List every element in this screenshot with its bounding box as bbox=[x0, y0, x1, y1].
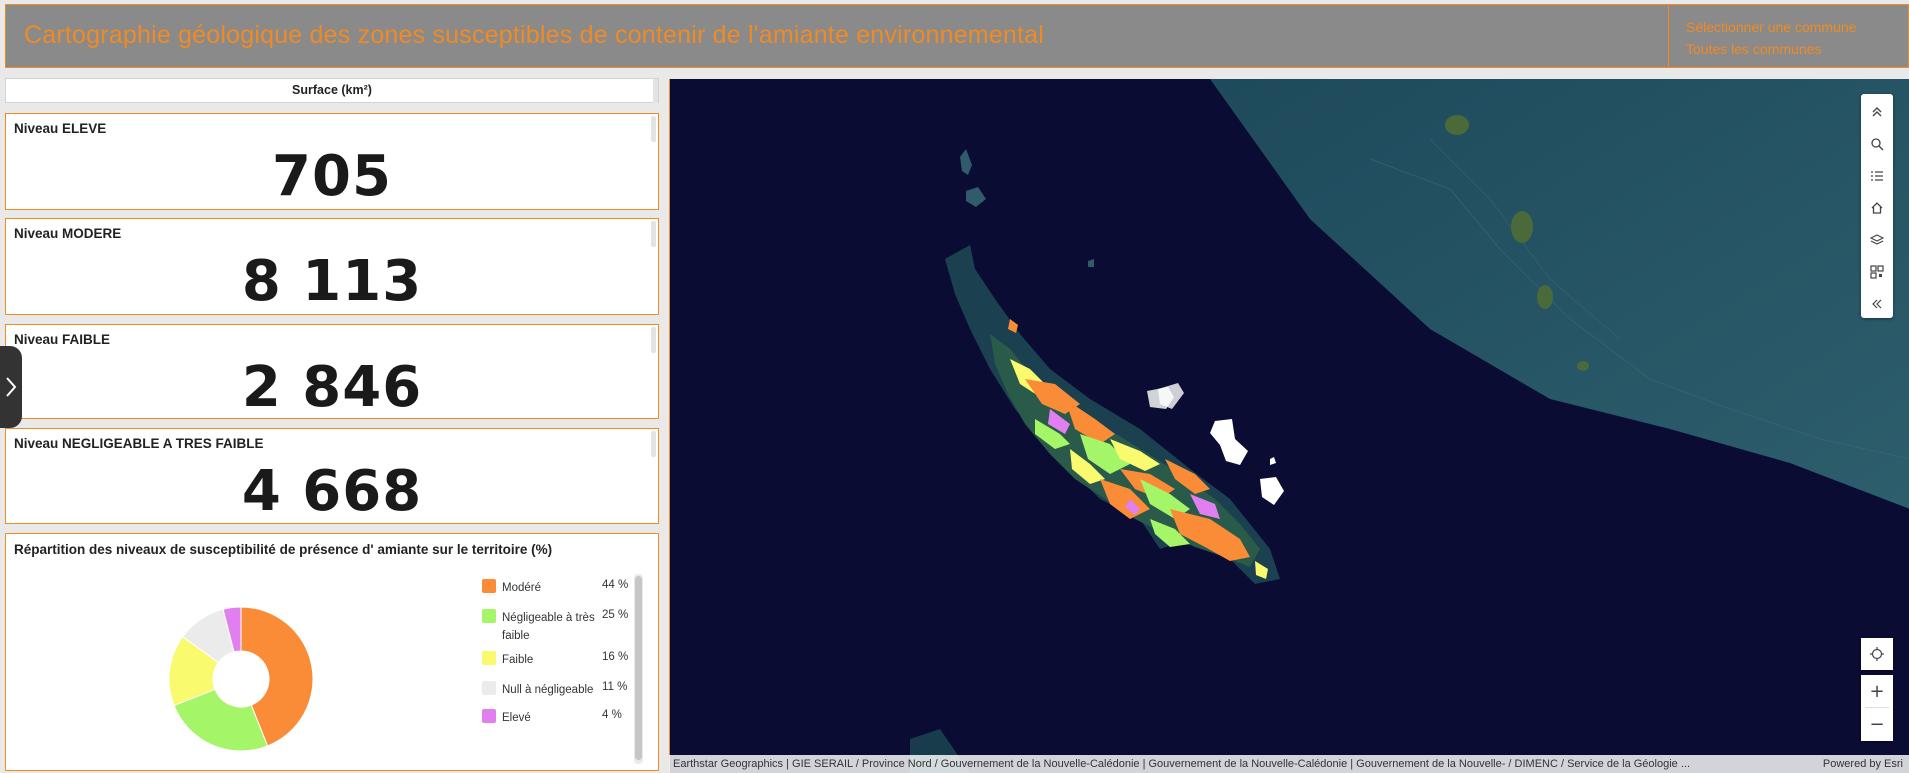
qr-button[interactable] bbox=[1861, 256, 1893, 288]
legend-label: Faible bbox=[502, 654, 534, 666]
legend-percent: 11 % bbox=[602, 681, 628, 693]
search-icon bbox=[1871, 138, 1884, 151]
legend-label: Null à négligeable bbox=[502, 684, 594, 696]
legend-swatch bbox=[482, 651, 496, 665]
locate-button[interactable] bbox=[1861, 638, 1893, 670]
powered-by-esri[interactable]: Powered by Esri bbox=[1823, 755, 1903, 773]
legend-percent: 44 % bbox=[602, 579, 629, 591]
legend-label: Modéré bbox=[502, 582, 541, 594]
qr-icon bbox=[1870, 265, 1884, 279]
locate-icon bbox=[1870, 647, 1884, 661]
stat-card-negligeable: Niveau NEGLIGEABLE A TRES FAIBLE 4 668 bbox=[5, 428, 659, 524]
side-panel-toggle[interactable] bbox=[0, 346, 22, 428]
chevron-up-icon bbox=[1872, 107, 1882, 117]
surface-header-label: Surface (km²) bbox=[292, 83, 372, 97]
legend-swatch bbox=[482, 579, 496, 593]
stat-card-modere: Niveau MODERE 8 113 bbox=[5, 218, 659, 315]
legend-label: Négligeable à très faible bbox=[502, 612, 595, 642]
legend-button[interactable] bbox=[1861, 160, 1893, 192]
stat-value: 8 113 bbox=[241, 249, 423, 314]
list-icon bbox=[1871, 171, 1883, 181]
collapse-toolbar-button[interactable] bbox=[1861, 96, 1893, 128]
zoom-in-button[interactable]: + bbox=[1861, 675, 1893, 707]
layers-button[interactable] bbox=[1861, 224, 1893, 256]
stat-label: Niveau MODERE bbox=[14, 226, 122, 241]
chart-title: Répartition des niveaux de susceptibilit… bbox=[14, 542, 553, 557]
zoom-controls: + − bbox=[1861, 675, 1893, 741]
home-icon bbox=[1871, 202, 1883, 214]
stat-card-faible: Niveau FAIBLE 2 846 bbox=[5, 324, 659, 420]
all-communes-link[interactable]: Toutes les communes bbox=[1686, 41, 1821, 57]
donut-chart bbox=[168, 606, 314, 752]
legend-percent: 4 % bbox=[602, 709, 622, 721]
stat-card-eleve: Niveau ELEVE 705 bbox=[5, 113, 659, 210]
app-header: Cartographie géologique des zones suscep… bbox=[5, 4, 1909, 68]
stat-value: 4 668 bbox=[241, 459, 423, 524]
stat-value: 2 846 bbox=[241, 355, 423, 420]
map-toolbar bbox=[1861, 94, 1893, 318]
header-divider bbox=[1668, 5, 1669, 67]
card-scrollbar[interactable] bbox=[651, 221, 656, 247]
card-scrollbar[interactable] bbox=[651, 431, 656, 457]
select-commune-link[interactable]: Sélectionner une commune bbox=[1686, 19, 1856, 35]
attribution-text: Earthstar Geographics | GIE SERAIL / Pro… bbox=[673, 758, 1691, 770]
search-button[interactable] bbox=[1861, 128, 1893, 160]
chart-panel: Répartition des niveaux de susceptibilit… bbox=[5, 533, 659, 771]
legend-swatch bbox=[482, 681, 496, 695]
home-button[interactable] bbox=[1861, 192, 1893, 224]
card-scrollbar[interactable] bbox=[651, 116, 656, 142]
stat-value: 705 bbox=[272, 144, 392, 209]
card-scrollbar[interactable] bbox=[651, 327, 656, 353]
surface-header: Surface (km²) bbox=[5, 78, 659, 103]
map-canvas bbox=[670, 79, 1909, 773]
legend-swatch bbox=[482, 709, 496, 723]
collapse-icon bbox=[1872, 299, 1882, 309]
map-attribution: Earthstar Geographics | GIE SERAIL / Pro… bbox=[669, 755, 1909, 773]
legend-label: Elevé bbox=[502, 712, 531, 724]
chevron-right-icon bbox=[6, 377, 17, 397]
layers-icon bbox=[1870, 234, 1884, 245]
stat-label: Niveau ELEVE bbox=[14, 121, 107, 136]
legend-swatch bbox=[482, 609, 496, 623]
surface-scroll[interactable] bbox=[653, 79, 658, 103]
expand-panel-button[interactable] bbox=[1861, 288, 1893, 320]
legend-percent: 25 % bbox=[602, 609, 629, 621]
legend-scrollbar[interactable] bbox=[634, 574, 643, 764]
stat-label: Niveau NEGLIGEABLE A TRES FAIBLE bbox=[14, 436, 264, 451]
legend-percent: 16 % bbox=[602, 651, 629, 663]
app-title: Cartographie géologique des zones suscep… bbox=[24, 21, 1045, 49]
map-view[interactable] bbox=[669, 79, 1909, 773]
stat-label: Niveau FAIBLE bbox=[14, 332, 111, 347]
zoom-out-button[interactable]: − bbox=[1861, 708, 1893, 740]
